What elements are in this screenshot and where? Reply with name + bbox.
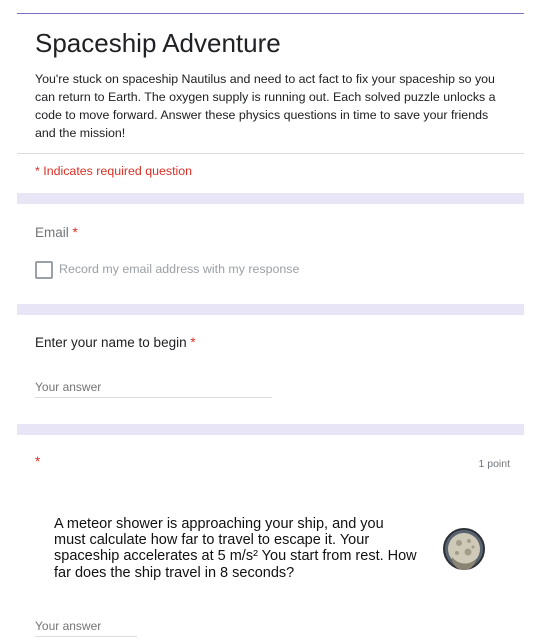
required-note: * Indicates required question (35, 164, 193, 178)
meteor-answer-underline (35, 636, 137, 637)
points-label: 1 point (478, 458, 510, 470)
section-separator (17, 193, 524, 204)
email-label: Email * (35, 225, 78, 240)
record-email-label: Record my email address with my response (59, 262, 300, 276)
required-star: * (72, 225, 78, 240)
section-separator (17, 304, 524, 315)
meteor-question-text: A meteor shower is approaching your ship… (54, 516, 417, 581)
section-separator (17, 424, 524, 435)
meteor-answer-input[interactable] (35, 618, 135, 634)
name-answer-underline (35, 397, 272, 398)
required-star: * (190, 335, 196, 350)
meteor-question-header: * (35, 454, 40, 469)
record-email-checkbox[interactable] (35, 261, 53, 279)
name-question-label: Enter your name to begin * (35, 335, 196, 350)
name-answer-input[interactable] (35, 379, 271, 395)
name-question-text: Enter your name to begin (35, 335, 187, 350)
moon-icon (443, 528, 485, 571)
email-label-text: Email (35, 225, 69, 240)
form-description: You're stuck on spaceship Nautilus and n… (35, 72, 496, 140)
required-star: * (35, 454, 41, 469)
form-title: Spaceship Adventure (35, 28, 281, 58)
header-divider (17, 153, 524, 154)
header-accent-line (17, 13, 524, 14)
